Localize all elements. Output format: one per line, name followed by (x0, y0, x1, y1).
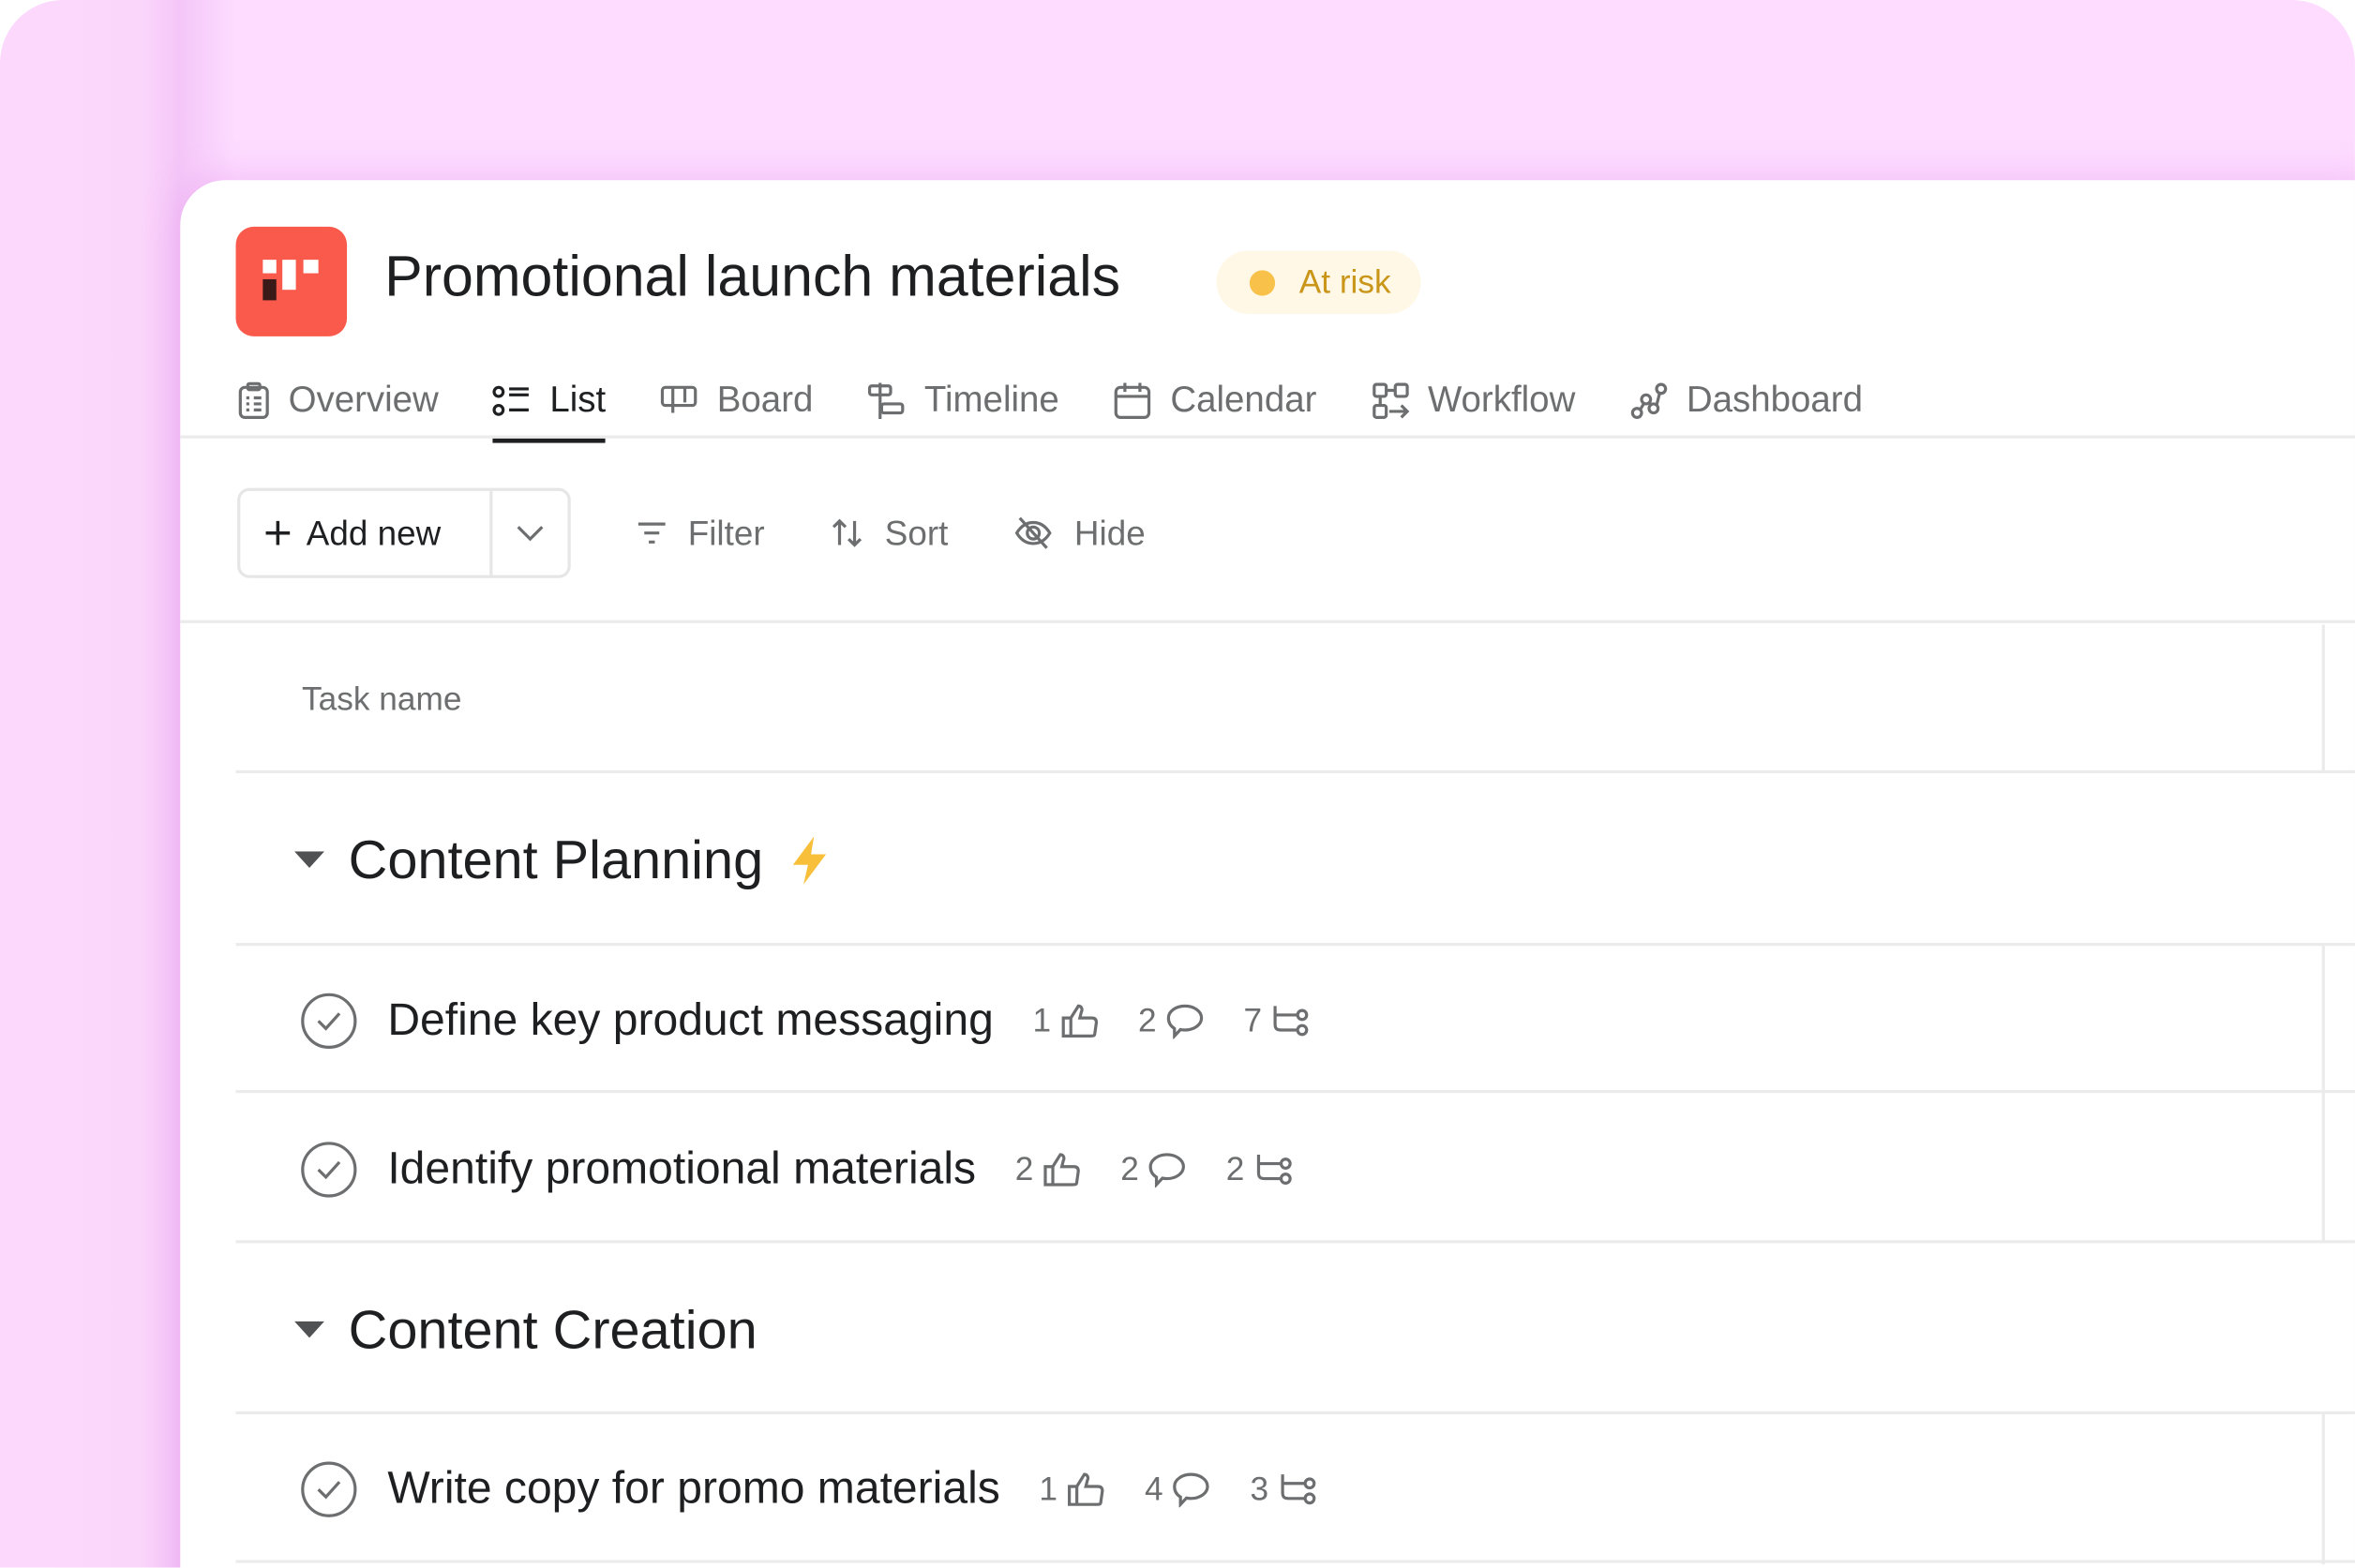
status-dot-icon (1249, 269, 1276, 295)
comments-count[interactable]: 2 (1120, 1150, 1187, 1189)
filter-label: Filter (687, 513, 765, 552)
board-icon (661, 385, 698, 413)
status-label: At risk (1298, 262, 1391, 301)
calendar-icon (1115, 382, 1151, 419)
tab-label: Workflow (1427, 380, 1576, 421)
sort-label: Sort (884, 513, 949, 552)
subtask-icon (1273, 1006, 1309, 1037)
caret-down-icon (293, 1321, 325, 1338)
section-title: Content Planning (348, 829, 764, 890)
tab-workflow[interactable]: Workflow (1371, 364, 1575, 439)
hide-button[interactable]: Hide (1014, 513, 1146, 553)
column-divider[interactable] (2321, 624, 2325, 772)
hide-label: Hide (1073, 513, 1146, 552)
status-badge[interactable]: At risk (1216, 250, 1421, 314)
column-divider (2321, 1414, 2325, 1565)
section-content-creation[interactable]: Content Creation (293, 1298, 758, 1362)
section-divider (235, 1411, 2355, 1415)
sort-icon (832, 518, 862, 547)
task-name[interactable]: Define key product messaging (387, 995, 994, 1046)
chevron-down-icon (517, 526, 544, 542)
tab-calendar[interactable]: Calendar (1113, 364, 1316, 439)
task-name[interactable]: Write copy for promo materials (387, 1464, 999, 1515)
tab-label: Calendar (1170, 380, 1317, 421)
check-circle-icon[interactable] (300, 1142, 357, 1199)
tab-label: Dashboard (1686, 380, 1864, 421)
column-header-task-name[interactable]: Task name (302, 680, 461, 720)
comments-count[interactable]: 2 (1138, 1002, 1205, 1041)
task-row[interactable]: Write copy for promo materials 1 4 3 (300, 1461, 1356, 1518)
row-divider (235, 1090, 2355, 1094)
row-divider (235, 1240, 2355, 1244)
subtask-icon (1256, 1154, 1292, 1185)
project-logo (235, 226, 348, 336)
add-new-split-button: Add new (237, 487, 571, 578)
comment-icon (1149, 1153, 1186, 1188)
tabs-divider (180, 435, 2355, 439)
add-new-button[interactable]: Add new (240, 490, 493, 575)
timeline-icon (868, 382, 906, 419)
likes-count[interactable]: 1 (1032, 1002, 1099, 1041)
section-content-planning[interactable]: Content Planning (293, 829, 832, 891)
project-tabs: Overview List Board Timeline Calendar Wo… (237, 364, 1863, 443)
tab-list[interactable]: List (492, 364, 607, 443)
clipboard-icon (238, 381, 269, 419)
workflow-icon (1372, 382, 1409, 419)
task-name[interactable]: Identify promotional materials (387, 1144, 976, 1195)
thumbs-up-icon (1061, 1004, 1098, 1038)
comment-icon (1166, 1004, 1204, 1039)
dashboard-icon (1630, 382, 1668, 419)
thumbs-up-icon (1043, 1153, 1081, 1187)
tab-dashboard[interactable]: Dashboard (1629, 364, 1863, 439)
filter-button[interactable]: Filter (637, 513, 765, 553)
likes-count[interactable]: 2 (1015, 1150, 1082, 1189)
tab-label: Overview (288, 380, 439, 421)
caret-down-icon (293, 851, 325, 868)
filter-icon (638, 522, 666, 544)
task-row[interactable]: Define key product messaging 1 2 7 (300, 993, 1349, 1050)
project-window: Promotional launch materials At risk Ove… (180, 180, 2355, 1568)
comment-icon (1173, 1472, 1210, 1508)
toolbar-divider (180, 620, 2355, 623)
header-row-divider (235, 769, 2355, 774)
project-title: Promotional launch materials (384, 246, 1121, 310)
list-icon (492, 385, 529, 416)
tab-label: List (549, 380, 607, 421)
section-title: Content Creation (348, 1298, 758, 1361)
tab-timeline[interactable]: Timeline (867, 364, 1059, 439)
toolbar: Add new Filter Sort Hide (237, 487, 1146, 578)
subtasks-count[interactable]: 3 (1251, 1470, 1317, 1509)
tab-label: Board (716, 380, 814, 421)
comments-count[interactable]: 4 (1145, 1470, 1211, 1509)
tab-overview[interactable]: Overview (237, 364, 439, 439)
tab-label: Timeline (923, 380, 1059, 421)
check-circle-icon[interactable] (300, 993, 357, 1050)
subtasks-count[interactable]: 7 (1244, 1002, 1311, 1041)
check-circle-icon[interactable] (300, 1461, 357, 1518)
likes-count[interactable]: 1 (1039, 1470, 1105, 1509)
lightning-icon (788, 835, 832, 886)
thumbs-up-icon (1068, 1472, 1104, 1506)
tab-board[interactable]: Board (660, 364, 813, 439)
plus-icon (265, 520, 291, 545)
add-new-label: Add new (306, 513, 442, 552)
eye-off-icon (1015, 516, 1053, 549)
section-divider (235, 943, 2355, 947)
subtask-icon (1280, 1474, 1315, 1505)
task-row[interactable]: Identify promotional materials 2 2 2 (300, 1142, 1331, 1199)
add-new-dropdown-button[interactable] (492, 491, 567, 575)
sort-button[interactable]: Sort (831, 513, 948, 553)
row-divider (235, 1560, 2355, 1563)
subtasks-count[interactable]: 2 (1226, 1150, 1293, 1189)
